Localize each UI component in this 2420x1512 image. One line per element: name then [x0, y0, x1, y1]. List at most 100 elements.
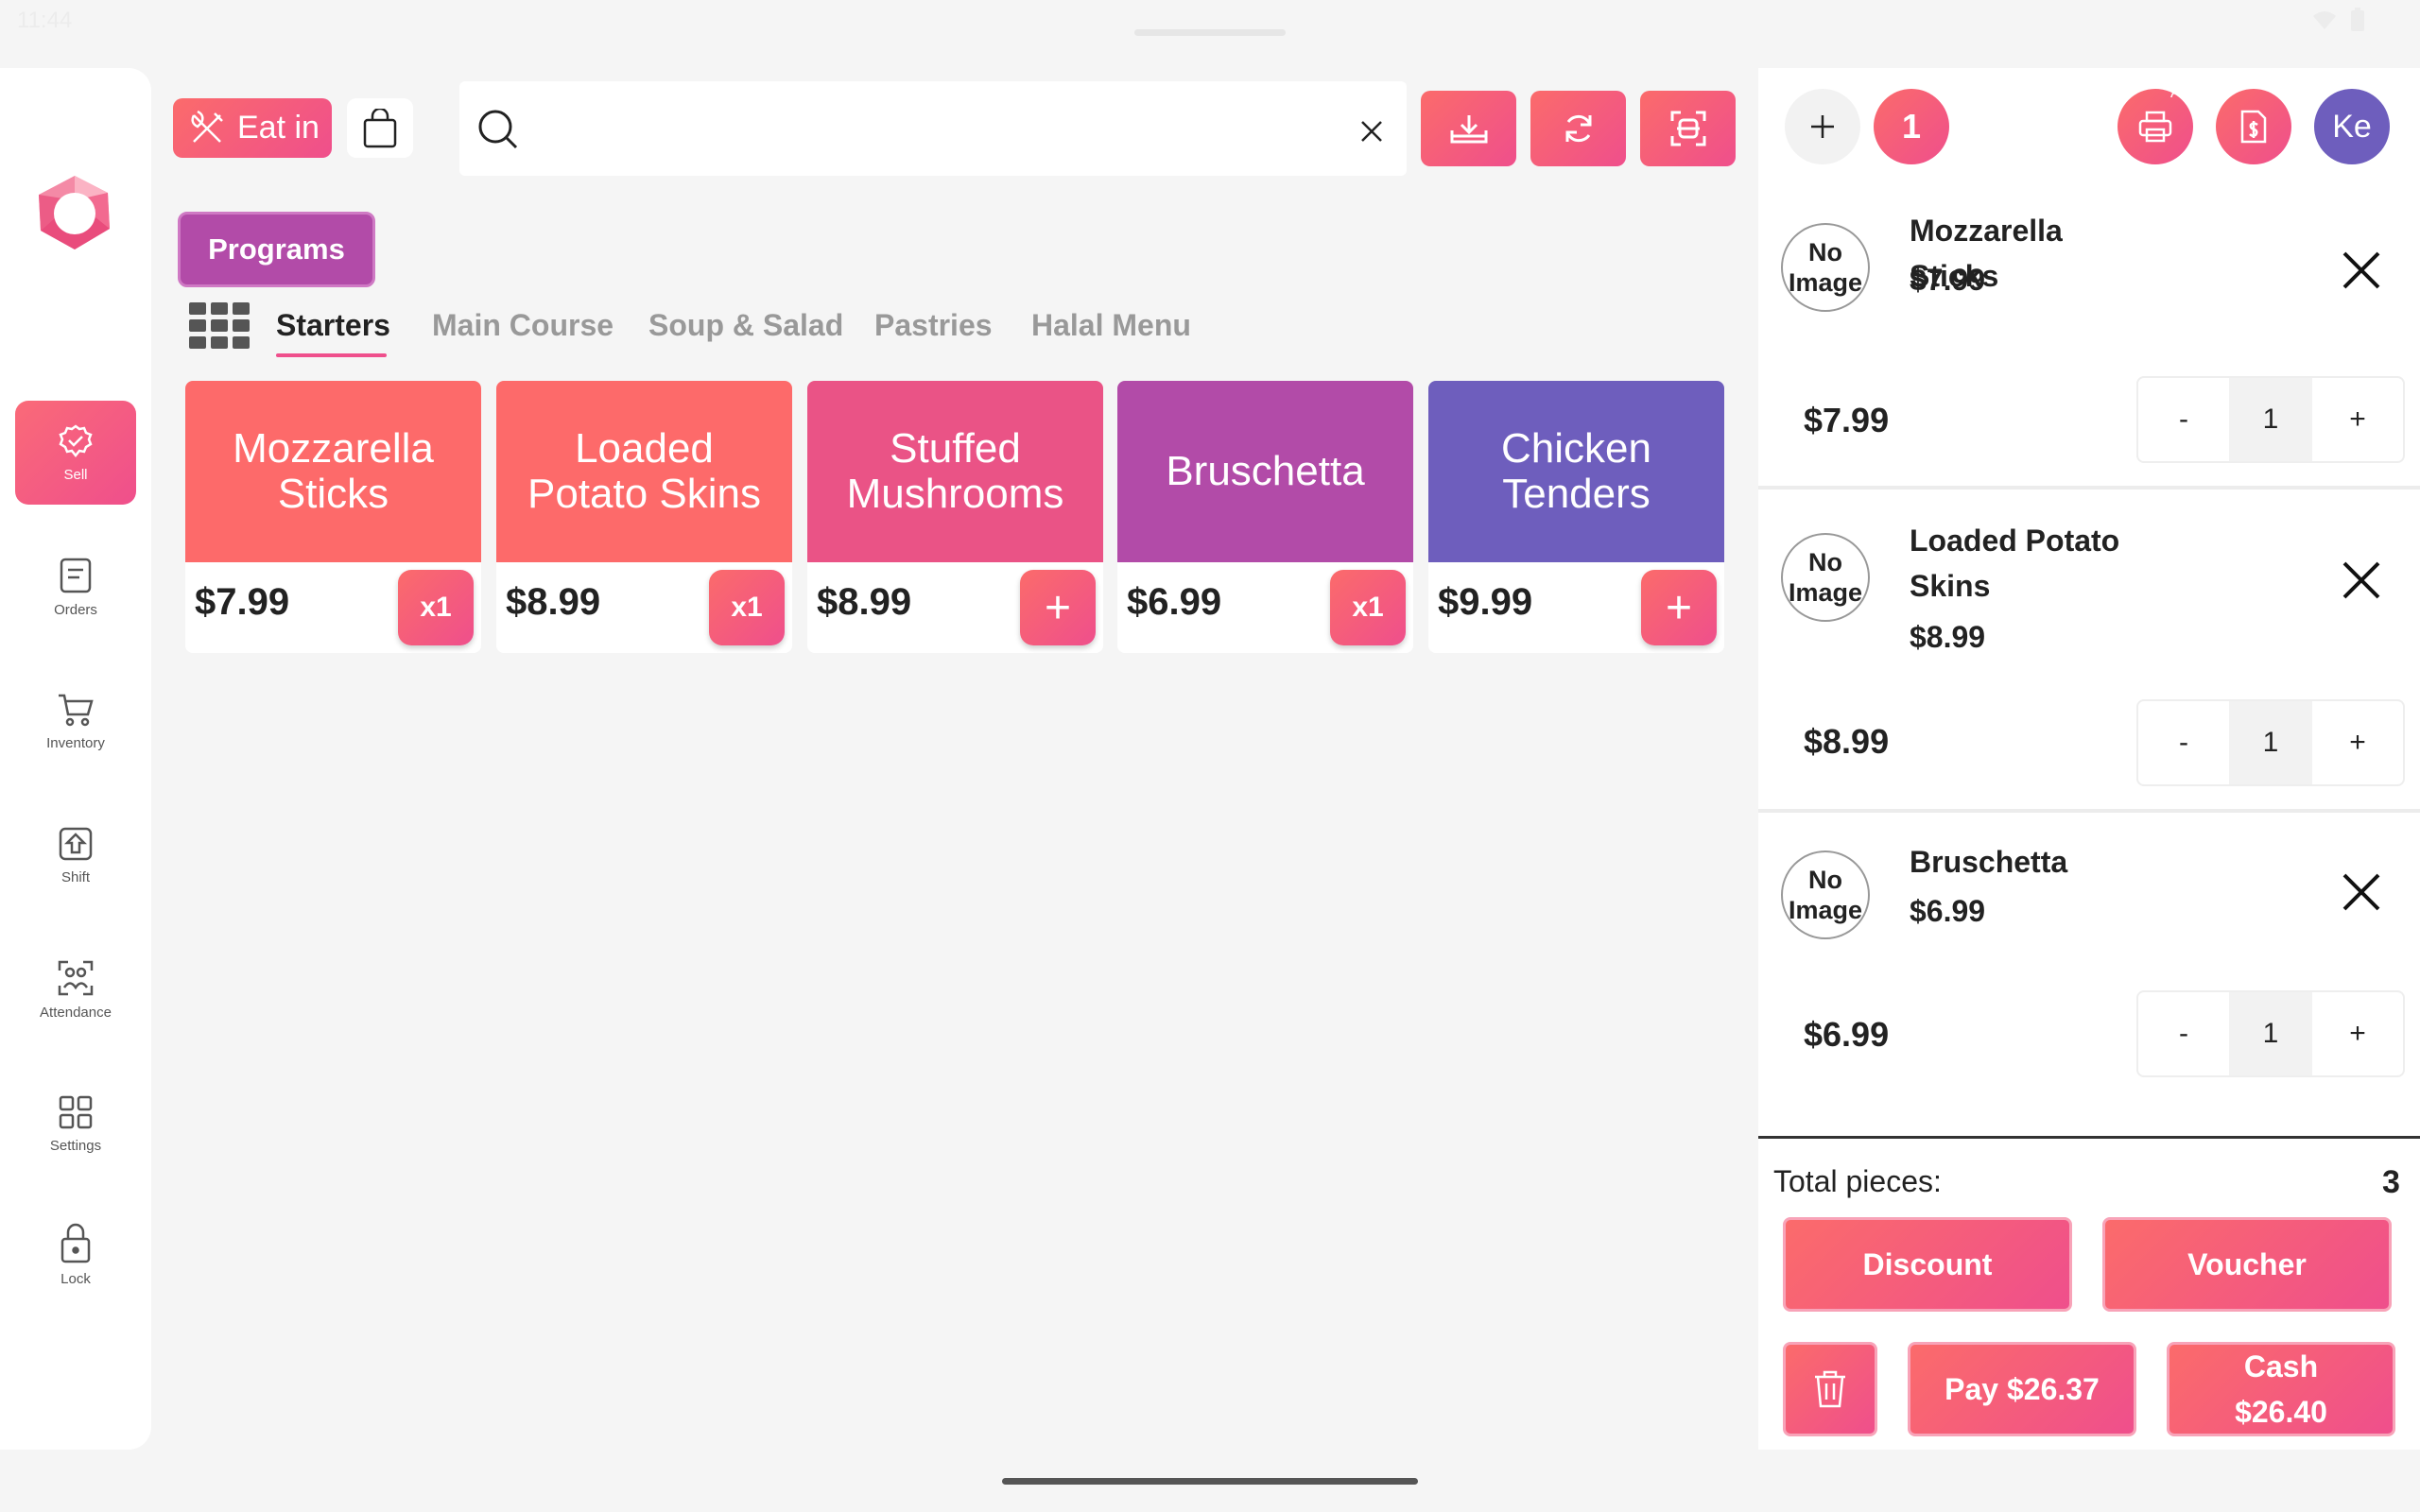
printer-icon	[2138, 111, 2172, 143]
qty-value[interactable]: 1	[2229, 701, 2312, 784]
product-name: Stuffed Mushrooms	[807, 381, 1103, 562]
remove-item-icon[interactable]	[2337, 246, 2386, 295]
total-pieces-label: Total pieces:	[1773, 1164, 1942, 1198]
sidebar-item-label: Inventory	[46, 734, 105, 751]
product-card[interactable]: Stuffed Mushrooms $8.99 +	[807, 381, 1103, 653]
discount-button[interactable]: Discount	[1783, 1217, 2072, 1312]
cart-icon	[57, 692, 95, 728]
sidebar-item-inventory[interactable]: Inventory	[15, 669, 136, 773]
orders-icon	[59, 557, 93, 594]
sidebar-item-settings[interactable]: Settings	[15, 1072, 136, 1176]
product-price: $6.99	[1127, 581, 1222, 623]
takeaway-button[interactable]	[347, 98, 413, 158]
tray-upload-icon	[1449, 112, 1489, 146]
product-qty-button[interactable]: x1	[709, 570, 785, 645]
sync-button[interactable]	[1530, 91, 1626, 166]
sidebar-item-label: Settings	[49, 1137, 102, 1154]
clear-order-button[interactable]	[1783, 1342, 1877, 1436]
remove-item-icon[interactable]	[2337, 868, 2386, 917]
order-item-price: $7.99	[1910, 263, 1986, 297]
sidebar-item-sell[interactable]: Sell	[15, 401, 136, 505]
tab-soup-salad[interactable]: Soup & Salad	[648, 308, 843, 343]
lock-icon	[60, 1222, 92, 1263]
add-product-button[interactable]: +	[1641, 570, 1717, 645]
qty-value[interactable]: 1	[2229, 992, 2312, 1075]
product-price: $7.99	[195, 581, 290, 623]
order-count-badge[interactable]: 1	[1874, 89, 1949, 164]
tab-halal-menu[interactable]: Halal Menu	[1031, 308, 1191, 343]
voucher-button[interactable]: Voucher	[2102, 1217, 2392, 1312]
avatar[interactable]: Ke	[2314, 89, 2390, 164]
print-all-button[interactable]: All	[2118, 85, 2193, 164]
sidebar-item-attendance[interactable]: Attendance	[15, 937, 136, 1041]
sidebar-item-label: Lock	[60, 1270, 91, 1287]
active-tab-indicator	[276, 353, 387, 357]
totals-divider	[1758, 1136, 2420, 1139]
order-item-name: Loaded Potato Skins	[1910, 524, 2120, 603]
wifi-icon	[2312, 9, 2337, 30]
new-order-button[interactable]	[1785, 89, 1860, 164]
product-qty-button[interactable]: x1	[398, 570, 474, 645]
sidebar-item-lock[interactable]: Lock	[15, 1202, 136, 1306]
eat-in-label: Eat in	[237, 110, 320, 146]
clear-search-icon[interactable]	[1359, 119, 1384, 144]
scan-button[interactable]	[1640, 91, 1736, 166]
qty-decrease-button[interactable]: -	[2138, 992, 2229, 1075]
shift-icon	[58, 826, 94, 862]
product-price: $8.99	[817, 581, 912, 623]
product-price: $8.99	[506, 581, 601, 623]
order-item-line-total: $6.99	[1804, 1015, 1890, 1054]
product-card[interactable]: Bruschetta $6.99 x1	[1117, 381, 1413, 653]
product-card[interactable]: Chicken Tenders $9.99 +	[1428, 381, 1724, 653]
no-image-placeholder: No Image	[1781, 223, 1870, 312]
sidebar-item-shift[interactable]: Shift	[15, 803, 136, 907]
qty-value[interactable]: 1	[2229, 378, 2312, 461]
sidebar-item-label: Shift	[60, 868, 90, 885]
quantity-stepper: - 1 +	[2136, 376, 2405, 463]
tab-starters[interactable]: Starters	[276, 308, 390, 343]
order-panel: 1 All Ke No Image Mozzarella Sticks $7.9…	[1758, 68, 2420, 1450]
order-count: 1	[1901, 107, 1922, 146]
no-image-placeholder: No Image	[1781, 533, 1870, 622]
order-item-line-total: $7.99	[1804, 401, 1890, 439]
remove-item-icon[interactable]	[2337, 556, 2386, 605]
programs-button[interactable]: Programs	[178, 212, 375, 287]
product-name: Loaded Potato Skins	[496, 381, 792, 562]
item-divider	[1758, 809, 2420, 813]
add-product-button[interactable]: +	[1020, 570, 1096, 645]
upload-button[interactable]	[1421, 91, 1516, 166]
product-qty-button[interactable]: x1	[1330, 570, 1406, 645]
product-card[interactable]: Loaded Potato Skins $8.99 x1	[496, 381, 792, 653]
print-all-label: All	[2170, 85, 2187, 101]
product-name: Chicken Tenders	[1428, 381, 1724, 562]
home-gesture-handle[interactable]	[1002, 1478, 1418, 1485]
quantity-stepper: - 1 +	[2136, 699, 2405, 786]
invoice-button[interactable]	[2216, 89, 2291, 164]
avatar-initials: Ke	[2332, 108, 2372, 145]
tab-main-course[interactable]: Main Course	[432, 308, 614, 343]
order-item-price: $8.99	[1910, 620, 1986, 654]
cash-amount: $26.40	[2235, 1395, 2327, 1429]
tab-pastries[interactable]: Pastries	[874, 308, 993, 343]
qty-increase-button[interactable]: +	[2312, 701, 2403, 784]
cash-button[interactable]: Cash $26.40	[2167, 1342, 2395, 1436]
order-item-name: Bruschetta	[1910, 845, 2068, 879]
battery-icon	[2350, 8, 2365, 32]
qty-decrease-button[interactable]: -	[2138, 701, 2229, 784]
sidebar: Sell Orders Inventory Shift Attendance S…	[0, 68, 151, 1450]
qty-decrease-button[interactable]: -	[2138, 378, 2229, 461]
qty-increase-button[interactable]: +	[2312, 992, 2403, 1075]
search-input[interactable]	[535, 100, 1310, 157]
product-name: Mozzarella Sticks	[185, 381, 481, 562]
cash-label: Cash	[2243, 1349, 2319, 1383]
refresh-icon	[1562, 112, 1596, 146]
product-card[interactable]: Mozzarella Sticks $7.99 x1	[185, 381, 481, 653]
category-grid-icon[interactable]	[189, 302, 250, 350]
qty-increase-button[interactable]: +	[2312, 378, 2403, 461]
pay-button[interactable]: Pay $26.37	[1908, 1342, 2136, 1436]
sidebar-item-orders[interactable]: Orders	[15, 535, 136, 639]
sidebar-item-label: Attendance	[40, 1004, 112, 1021]
product-name: Bruschetta	[1117, 381, 1413, 562]
sidebar-item-label: Sell	[63, 466, 88, 483]
eat-in-button[interactable]: Eat in	[173, 98, 332, 158]
